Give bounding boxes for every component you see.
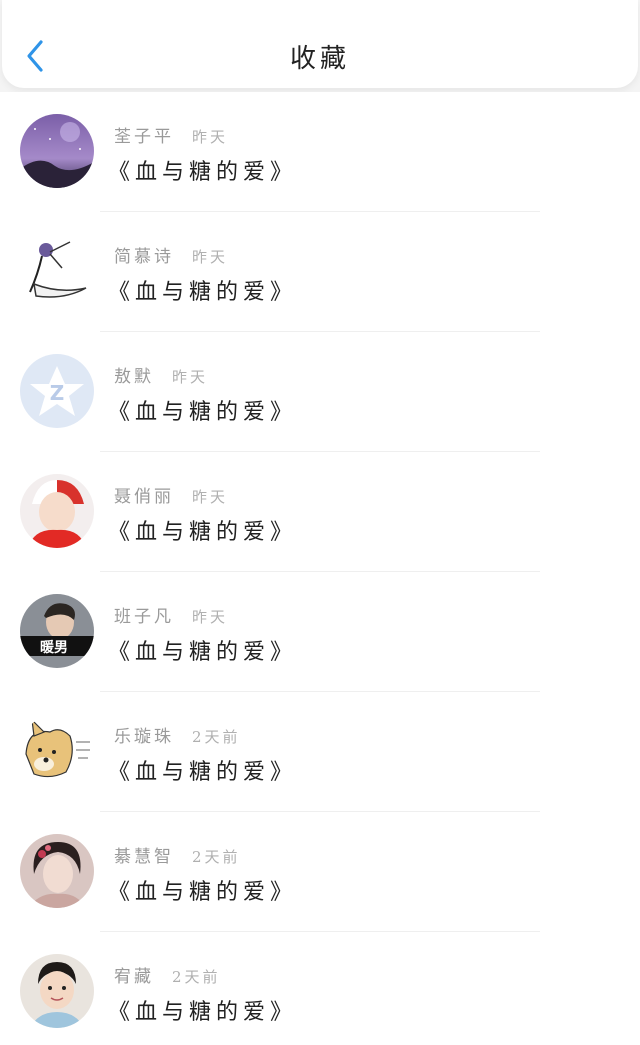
item-title: 《血与糖的爱》	[108, 160, 298, 185]
photo-avatar: 暖男	[20, 594, 94, 668]
favorites-list: 荃子平 昨天 《血与糖的爱》 简慕诗 昨天 《血与糖的爱》 Z 敖默 昨天 《血…	[0, 92, 640, 1045]
sender-name: 班子凡	[114, 607, 174, 627]
illustration-avatar	[20, 234, 94, 308]
sender-name: 简慕诗	[114, 247, 174, 267]
list-item[interactable]: 宥藏 2天前 《血与糖的爱》	[0, 932, 640, 1045]
list-item[interactable]: 乐璇珠 2天前 《血与糖的爱》	[0, 692, 640, 812]
timestamp: 昨天	[192, 608, 229, 626]
list-item[interactable]: 綦慧智 2天前 《血与糖的爱》	[0, 812, 640, 932]
top-bar: 收藏	[2, 0, 638, 88]
doge-avatar	[20, 714, 94, 788]
item-title: 《血与糖的爱》	[108, 280, 298, 305]
page-title: 收藏	[289, 44, 350, 74]
list-item[interactable]: 简慕诗 昨天 《血与糖的爱》	[0, 212, 640, 332]
avatar-caption: 暖男	[40, 639, 68, 656]
timestamp: 昨天	[192, 488, 229, 506]
list-item[interactable]: 暖男 班子凡 昨天 《血与糖的爱》	[0, 572, 640, 692]
item-title: 《血与糖的爱》	[108, 880, 298, 905]
timestamp: 昨天	[172, 368, 209, 386]
item-title: 《血与糖的爱》	[108, 760, 298, 785]
sender-name: 乐璇珠	[114, 727, 174, 747]
sender-name: 荃子平	[114, 127, 174, 147]
timestamp: 2天前	[192, 728, 241, 746]
list-item[interactable]: 聂俏丽 昨天 《血与糖的爱》	[0, 452, 640, 572]
item-title: 《血与糖的爱》	[108, 520, 298, 545]
item-title: 《血与糖的爱》	[108, 400, 298, 425]
child-avatar	[20, 954, 94, 1028]
sender-name: 聂俏丽	[114, 487, 174, 507]
timestamp: 2天前	[192, 848, 241, 866]
sender-name: 敖默	[114, 367, 154, 387]
sender-name: 宥藏	[114, 967, 154, 987]
galaxy-avatar	[20, 114, 94, 188]
timestamp: 昨天	[192, 128, 229, 146]
item-title: 《血与糖的爱》	[108, 640, 298, 665]
sender-name: 綦慧智	[114, 847, 174, 867]
timestamp: 昨天	[192, 248, 229, 266]
list-item[interactable]: Z 敖默 昨天 《血与糖的爱》	[0, 332, 640, 452]
item-title: 《血与糖的爱》	[108, 1000, 298, 1025]
anime-avatar	[20, 474, 94, 548]
svg-text:Z: Z	[50, 381, 65, 405]
woman-avatar	[20, 834, 94, 908]
qzone-avatar: Z	[20, 354, 94, 428]
list-item[interactable]: 荃子平 昨天 《血与糖的爱》	[0, 92, 640, 212]
timestamp: 2天前	[172, 968, 221, 986]
